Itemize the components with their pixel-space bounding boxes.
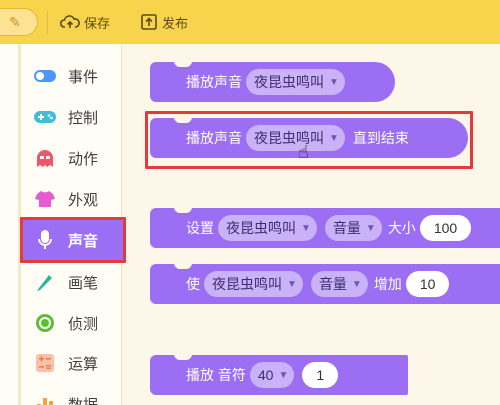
chevron-down-icon: ▼	[329, 132, 339, 144]
note-dropdown[interactable]: 40 ▼	[249, 362, 295, 388]
effect-dropdown[interactable]: 音量 ▼	[310, 271, 368, 297]
block-notch	[174, 207, 192, 213]
sidebar-item-label: 侦测	[68, 315, 99, 333]
pen-icon	[34, 271, 56, 293]
block-mid-label: 大小	[387, 220, 416, 236]
block-notch	[174, 117, 192, 123]
sidebar-item-label: 控制	[68, 109, 99, 127]
play-sound-until-done-block[interactable]: 播放声音 夜昆虫鸣叫 ▼ 直到结束	[150, 117, 468, 158]
dropdown-value: 夜昆虫鸣叫	[254, 74, 324, 90]
shirt-icon	[34, 188, 56, 210]
sound-dropdown[interactable]: 夜昆虫鸣叫 ▼	[246, 125, 345, 151]
microphone-icon	[34, 229, 56, 251]
sidebar-item-sensing[interactable]: 侦测	[28, 303, 122, 343]
sound-dropdown[interactable]: 夜昆虫鸣叫 ▼	[204, 271, 303, 297]
publish-button[interactable]: 发布	[140, 11, 188, 33]
sidebar-item-label: 事件	[68, 68, 99, 86]
edit-pill-button[interactable]: ✎	[0, 8, 38, 36]
effect-dropdown[interactable]: 音量 ▼	[324, 215, 382, 241]
sidebar-item-label: 运算	[68, 355, 99, 373]
block-suffix: 直到结束	[352, 130, 409, 146]
chevron-down-icon: ▼	[278, 369, 289, 381]
toolbar-divider	[47, 10, 48, 34]
toggle-icon	[34, 65, 56, 87]
sidebar-item-pen[interactable]: 画笔	[28, 262, 122, 302]
block-notch	[174, 61, 192, 67]
block-label: 使	[186, 276, 200, 292]
sidebar-item-label: 画笔	[68, 274, 99, 292]
sidebar-item-sound[interactable]: 声音	[23, 220, 124, 260]
publish-label: 发布	[162, 15, 189, 31]
dropdown-value: 夜昆虫鸣叫	[254, 130, 324, 146]
block-label: 播放声音	[186, 74, 242, 90]
block-mid-label: 增加	[373, 276, 402, 292]
dropdown-value: 音量	[332, 220, 361, 236]
chevron-down-icon: ▼	[287, 278, 297, 290]
data-icon	[34, 393, 56, 405]
top-toolbar: ✎ 保存 发布	[0, 0, 500, 44]
sidebar-item-looks[interactable]: 外观	[28, 179, 122, 219]
sidebar-item-motion[interactable]: 动作	[28, 138, 122, 178]
change-sound-effect-block[interactable]: 使 夜昆虫鸣叫 ▼ 音量 ▼ 增加 10	[150, 263, 500, 304]
block-label: 播放声音	[186, 130, 242, 146]
sidebar-item-label: 数据	[68, 396, 99, 405]
cloud-upload-icon	[60, 14, 80, 30]
dropdown-value: 夜昆虫鸣叫	[212, 276, 282, 292]
block-notch	[174, 354, 192, 360]
sidebar-item-label: 动作	[68, 150, 99, 168]
dropdown-value: 音量	[318, 276, 347, 292]
value-input[interactable]: 100	[419, 215, 472, 241]
pencil-icon: ✎	[9, 14, 21, 30]
play-sound-block[interactable]: 播放声音 夜昆虫鸣叫 ▼	[150, 61, 395, 102]
sidebar-item-control[interactable]: 控制	[28, 97, 122, 137]
sidebar-item-data[interactable]: 数据	[28, 384, 122, 405]
target-icon	[34, 312, 56, 334]
save-button[interactable]: 保存	[60, 11, 110, 33]
sound-dropdown[interactable]: 夜昆虫鸣叫 ▼	[246, 69, 345, 95]
sidebar-item-events[interactable]: 事件	[28, 56, 122, 96]
save-label: 保存	[84, 15, 111, 31]
gamepad-icon	[34, 106, 56, 128]
sound-dropdown[interactable]: 夜昆虫鸣叫 ▼	[218, 215, 317, 241]
value-input[interactable]: 10	[405, 271, 450, 297]
ghost-icon	[34, 147, 56, 169]
block-notch	[174, 263, 192, 269]
block-label: 设置	[186, 220, 214, 236]
dropdown-value: 40	[257, 367, 274, 383]
chevron-down-icon: ▼	[365, 222, 376, 234]
beats-input[interactable]: 1	[302, 362, 339, 388]
sidebar-item-label: 声音	[68, 232, 99, 250]
play-note-block[interactable]: 播放 音符 40 ▼ 1	[150, 354, 408, 395]
chevron-down-icon: ▼	[329, 76, 339, 88]
block-label: 播放 音符	[186, 367, 246, 383]
set-sound-effect-block[interactable]: 设置 夜昆虫鸣叫 ▼ 音量 ▼ 大小 100	[150, 207, 500, 248]
chevron-down-icon: ▼	[351, 278, 362, 290]
hand-cursor-icon: ☝	[298, 142, 309, 162]
calculator-icon	[34, 352, 56, 374]
publish-icon	[140, 13, 158, 31]
chevron-down-icon: ▼	[301, 222, 311, 234]
sidebar-item-operators[interactable]: 运算	[28, 343, 122, 383]
dropdown-value: 夜昆虫鸣叫	[226, 220, 296, 236]
sidebar-item-label: 外观	[68, 191, 99, 209]
sidebar-left-border	[18, 44, 21, 405]
